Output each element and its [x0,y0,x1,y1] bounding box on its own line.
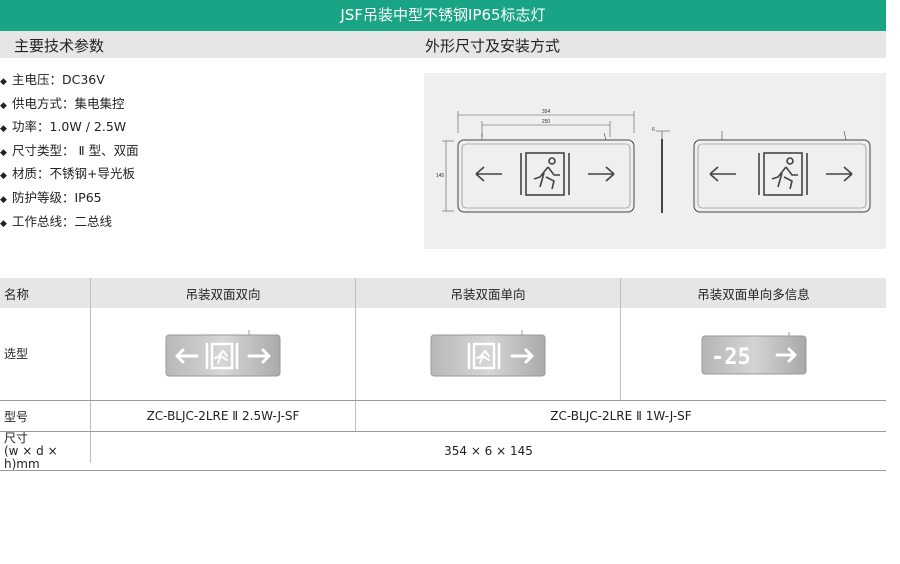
sign-multi-info: -25 [621,308,886,398]
model-bidirectional: ZC-BLJC-2LRE Ⅱ 2.5W-J-SF [146,409,300,423]
row-label-size-line2: (w × d × h)mm [4,443,58,471]
spec-item: ◆ 防护等级：IP65 [0,186,139,210]
row-label-size-line1: 尺寸 [4,430,29,445]
col-header-dual-unidirectional: 吊装双面单向 [450,286,526,302]
sign-bidirectional [91,308,355,398]
page-title: JSF吊装中型不锈钢IP65标志灯 [0,0,886,31]
size-value: 354 × 6 × 145 [444,444,533,458]
multi-info-digits: -25 [711,345,751,370]
dim-depth-label: 6 [652,127,655,133]
section-title-specs: 主要技术参数 [14,37,105,55]
table-row-model: 型号 ZC-BLJC-2LRE Ⅱ 2.5W-J-SF ZC-BLJC-2LRE… [0,401,886,431]
dim-inner-label: 250 [542,119,551,125]
section-header-bar: 主要技术参数 外形尺寸及安装方式 [0,31,886,58]
exit-sign-unidirectional-icon [430,330,546,377]
dim-height-label: 145 [436,173,445,179]
dim-total-label: 354 [542,109,551,115]
table-row-type: 选型 -25 [0,308,886,398]
spec-list: ◆ 主电压：DC36V ◆ 供电方式：集电集控 ◆ 功率：1.0W / 2.5W ◆ 尺… [0,68,139,233]
model-unidirectional: ZC-BLJC-2LRE Ⅱ 1W-J-SF [550,409,692,423]
spec-item: ◆ 主电压：DC36V [0,68,139,92]
row-label-type: 选型 [4,346,29,361]
spec-item: ◆ 尺寸类型： Ⅱ 型、双面 [0,139,139,163]
col-header-dual-multi-info: 吊装双面单向多信息 [697,286,810,302]
exit-sign-bidirectional-icon [165,330,281,377]
diamond-bullet-icon: ◆ [0,218,7,229]
sign-unidirectional [356,308,620,398]
spec-item: ◆ 材质：不锈钢+导光板 [0,162,139,186]
dimension-drawing-svg: 354 250 145 6 [436,109,871,213]
col-header-name: 名称 [4,286,30,302]
row-label-model: 型号 [4,409,29,424]
spec-item: ◆ 工作总线：二总线 [0,210,139,234]
table-row-size: 尺寸 (w × d × h)mm 354 × 6 × 145 [0,430,886,471]
table-header-row: 名称 吊装双面双向 吊装双面单向 吊装双面单向多信息 [0,278,886,308]
spec-item: ◆ 供电方式：集电集控 [0,92,139,116]
col-header-dual-bidirectional: 吊装双面双向 [185,286,261,302]
dimension-drawing: 354 250 145 6 [424,73,886,249]
section-title-dimensions: 外形尺寸及安装方式 [425,37,561,55]
row-label-size: 尺寸 (w × d × h)mm [0,430,90,471]
exit-sign-multi-info-icon: -25 [701,332,806,375]
spec-item: ◆ 功率：1.0W / 2.5W [0,115,139,139]
